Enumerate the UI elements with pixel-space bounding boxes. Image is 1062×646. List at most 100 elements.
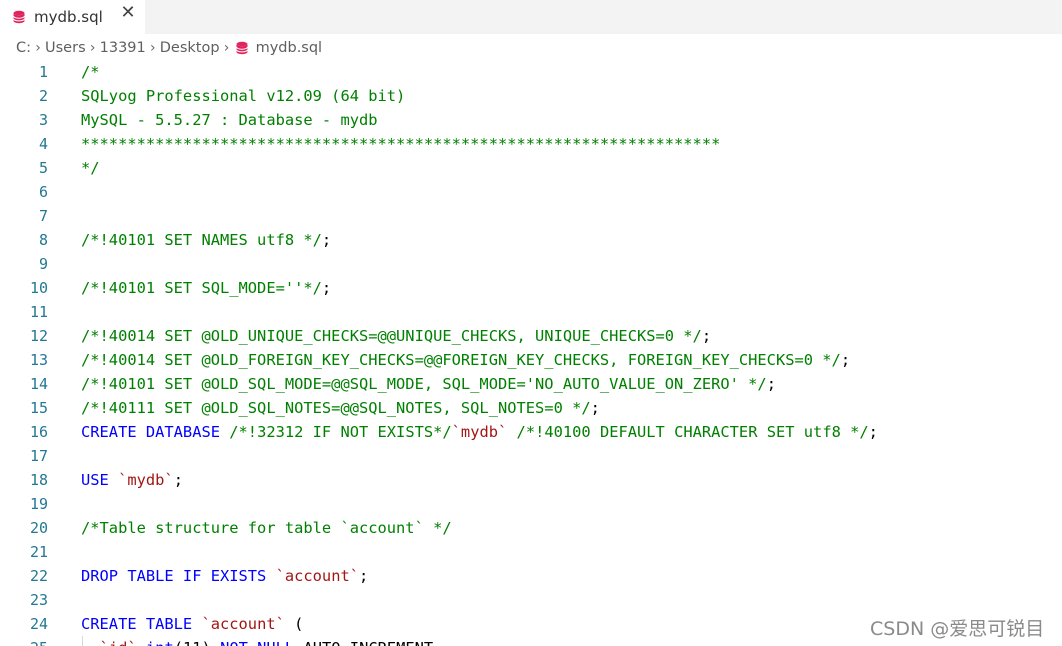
code-token: ; <box>590 399 600 417</box>
code-line[interactable]: 19 <box>0 492 1062 516</box>
code-token: /*!40100 DEFAULT CHARACTER SET utf8 */ <box>516 423 869 441</box>
code-token: (11) <box>174 639 220 646</box>
line-number: 11 <box>29 303 48 321</box>
code-line[interactable]: 1 /* <box>0 60 1062 84</box>
code-text: /*!40014 SET @OLD_FOREIGN_KEY_CHECKS=@@F… <box>81 348 850 372</box>
breadcrumb-drive[interactable]: C: <box>16 40 31 56</box>
breadcrumb-desktop[interactable]: Desktop <box>160 40 220 56</box>
code-line[interactable]: 14 /*!40101 SET @OLD_SQL_MODE=@@SQL_MODE,… <box>0 372 1062 396</box>
code-token: int <box>146 639 174 646</box>
code-token: ; <box>359 567 369 585</box>
code-line[interactable]: 6 <box>0 180 1062 204</box>
code-token: /*!40101 SET NAMES utf8 */ <box>81 231 322 249</box>
code-token: NOT NULL <box>220 639 294 646</box>
code-token: AUTO_INCREMENT, <box>294 639 442 646</box>
code-line[interactable]: 17 <box>0 444 1062 468</box>
code-text: */ <box>81 156 100 180</box>
code-token: DROP TABLE IF EXISTS <box>81 567 276 585</box>
line-number: 15 <box>29 399 48 417</box>
code-line[interactable]: 5 */ <box>0 156 1062 180</box>
code-token: ; <box>766 375 776 393</box>
code-line[interactable]: 21 <box>0 540 1062 564</box>
line-number: 4 <box>38 135 48 153</box>
line-number: 1 <box>38 63 48 81</box>
code-token: /*!40014 SET @OLD_UNIQUE_CHECKS=@@UNIQUE… <box>81 327 702 345</box>
database-icon <box>12 10 26 24</box>
code-text: CREATE TABLE `account` ( <box>81 612 303 636</box>
code-token: CREATE DATABASE <box>81 423 230 441</box>
code-token: /*!40101 SET SQL_MODE=''*/ <box>81 279 322 297</box>
line-number: 12 <box>29 327 48 345</box>
code-text: /* <box>81 60 100 84</box>
line-number: 21 <box>29 543 48 561</box>
code-line[interactable]: 3 MySQL - 5.5.27 : Database - mydb <box>0 108 1062 132</box>
code-editor[interactable]: 1 /* 2 SQLyog Professional v12.09 (64 bit) 3… <box>0 60 1062 646</box>
code-text: /*!40101 SET SQL_MODE=''*/; <box>81 276 331 300</box>
code-line[interactable]: 7 <box>0 204 1062 228</box>
chevron-right-icon: › <box>89 40 96 56</box>
code-line[interactable]: 10 /*!40101 SET SQL_MODE=''*/; <box>0 276 1062 300</box>
code-text: /*!40014 SET @OLD_UNIQUE_CHECKS=@@UNIQUE… <box>81 324 711 348</box>
chevron-right-icon: › <box>35 40 41 56</box>
code-line[interactable]: 16 CREATE DATABASE /*!32312 IF NOT EXISTS… <box>0 420 1062 444</box>
code-token: `account` <box>275 567 359 585</box>
code-token: `mydb` <box>451 423 508 441</box>
code-line[interactable]: 2 SQLyog Professional v12.09 (64 bit) <box>0 84 1062 108</box>
code-line[interactable]: 20 /*Table structure for table `account` … <box>0 516 1062 540</box>
code-token: USE <box>81 471 119 489</box>
code-line[interactable]: 12 /*!40014 SET @OLD_UNIQUE_CHECKS=@@UNIQ… <box>0 324 1062 348</box>
line-number: 25 <box>0 636 48 646</box>
code-line[interactable]: 9 <box>0 252 1062 276</box>
code-token: MySQL - 5.5.27 : Database - mydb <box>81 111 378 129</box>
line-number: 22 <box>29 567 48 585</box>
breadcrumb-user-folder[interactable]: 13391 <box>100 40 146 56</box>
code-token: `mydb` <box>118 471 174 489</box>
watermark: CSDN @爱思可锐目 <box>870 618 1045 640</box>
line-number: 18 <box>29 471 48 489</box>
code-text: MySQL - 5.5.27 : Database - mydb <box>81 108 378 132</box>
code-token: ; <box>173 471 183 489</box>
code-line[interactable]: 11 <box>0 300 1062 324</box>
code-token: /*!32312 IF NOT EXISTS*/ <box>229 423 452 441</box>
breadcrumb-file[interactable]: mydb.sql <box>256 40 323 56</box>
line-number: 2 <box>38 87 48 105</box>
code-token: */ <box>81 159 100 177</box>
line-number: 7 <box>38 207 48 225</box>
line-number: 6 <box>38 183 48 201</box>
code-token: ; <box>321 279 332 297</box>
line-number: 16 <box>29 423 48 441</box>
code-text: ****************************************… <box>81 132 720 156</box>
code-line[interactable]: 15 /*!40111 SET @OLD_SQL_NOTES=@@SQL_NOTE… <box>0 396 1062 420</box>
code-line[interactable]: 13 /*!40014 SET @OLD_FOREIGN_KEY_CHECKS=@… <box>0 348 1062 372</box>
line-number: 23 <box>29 591 48 609</box>
code-line[interactable]: 23 <box>0 588 1062 612</box>
tab-mydb-sql[interactable]: mydb.sql ✕ <box>0 0 145 34</box>
chevron-right-icon: › <box>223 40 230 56</box>
code-text: CREATE DATABASE /*!32312 IF NOT EXISTS*/… <box>81 420 878 444</box>
database-icon <box>235 41 249 55</box>
breadcrumb-users[interactable]: Users <box>45 40 86 56</box>
code-text: USE `mydb`; <box>81 468 183 492</box>
code-token: /* <box>81 63 100 81</box>
code-token: `account` <box>201 615 285 633</box>
code-token: ****************************************… <box>81 135 721 153</box>
tab-bar: mydb.sql ✕ <box>0 0 1062 34</box>
code-line[interactable]: 8 /*!40101 SET NAMES utf8 */; <box>0 228 1062 252</box>
line-number: 20 <box>29 519 48 537</box>
code-token: ; <box>868 423 878 441</box>
code-token: /*!40111 SET @OLD_SQL_NOTES=@@SQL_NOTES,… <box>81 399 591 417</box>
code-line[interactable]: 4 ***************************************… <box>0 132 1062 156</box>
code-text: `id` int(11) NOT NULL AUTO_INCREMENT, <box>81 636 443 646</box>
line-number: 17 <box>29 447 48 465</box>
code-token: /*!40101 SET @OLD_SQL_MODE=@@SQL_MODE, S… <box>81 375 767 393</box>
close-icon[interactable]: ✕ <box>118 3 138 23</box>
line-number: 13 <box>29 351 48 369</box>
line-number: 8 <box>38 231 48 249</box>
code-token: SQLyog Professional v12.09 (64 bit) <box>81 87 406 105</box>
code-line[interactable]: 18 USE `mydb`; <box>0 468 1062 492</box>
code-line[interactable]: 22 DROP TABLE IF EXISTS `account`; <box>0 564 1062 588</box>
code-text: /*Table structure for table `account` */ <box>81 516 452 540</box>
code-token: /*Table structure for table `account` */ <box>81 519 452 537</box>
